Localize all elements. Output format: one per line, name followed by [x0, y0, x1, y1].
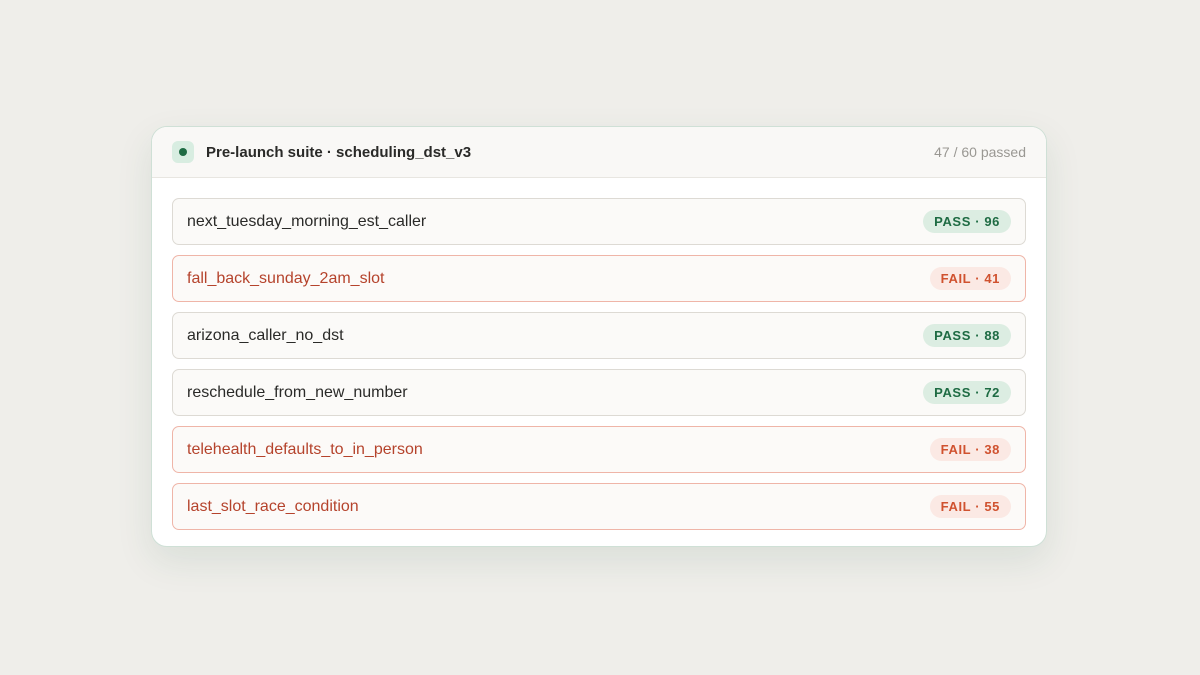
status-badge: PASS · 96 — [923, 210, 1011, 233]
status-badge: PASS · 88 — [923, 324, 1011, 347]
pass-summary: 47 / 60 passed — [934, 144, 1026, 160]
test-row[interactable]: last_slot_race_condition FAIL · 55 — [172, 483, 1026, 530]
test-row[interactable]: fall_back_sunday_2am_slot FAIL · 41 — [172, 255, 1026, 302]
test-row[interactable]: telehealth_defaults_to_in_person FAIL · … — [172, 426, 1026, 473]
status-badge: FAIL · 55 — [929, 495, 1011, 518]
status-badge: PASS · 72 — [923, 381, 1011, 404]
test-name: reschedule_from_new_number — [187, 383, 408, 401]
test-name: last_slot_race_condition — [187, 497, 359, 515]
status-dot-icon — [172, 141, 194, 163]
status-dot — [179, 148, 187, 156]
status-badge: FAIL · 41 — [929, 267, 1011, 290]
test-name: arizona_caller_no_dst — [187, 326, 344, 344]
test-name: next_tuesday_morning_est_caller — [187, 212, 427, 230]
test-row[interactable]: reschedule_from_new_number PASS · 72 — [172, 369, 1026, 416]
suite-header: Pre-launch suite · scheduling_dst_v3 47 … — [152, 127, 1046, 178]
test-name: telehealth_defaults_to_in_person — [187, 440, 423, 458]
test-row[interactable]: arizona_caller_no_dst PASS · 88 — [172, 312, 1026, 359]
test-suite-card: Pre-launch suite · scheduling_dst_v3 47 … — [151, 126, 1047, 547]
suite-title: Pre-launch suite · scheduling_dst_v3 — [206, 143, 472, 161]
test-list: next_tuesday_morning_est_caller PASS · 9… — [152, 178, 1046, 530]
test-name: fall_back_sunday_2am_slot — [187, 269, 385, 287]
status-badge: FAIL · 38 — [929, 438, 1011, 461]
test-row[interactable]: next_tuesday_morning_est_caller PASS · 9… — [172, 198, 1026, 245]
